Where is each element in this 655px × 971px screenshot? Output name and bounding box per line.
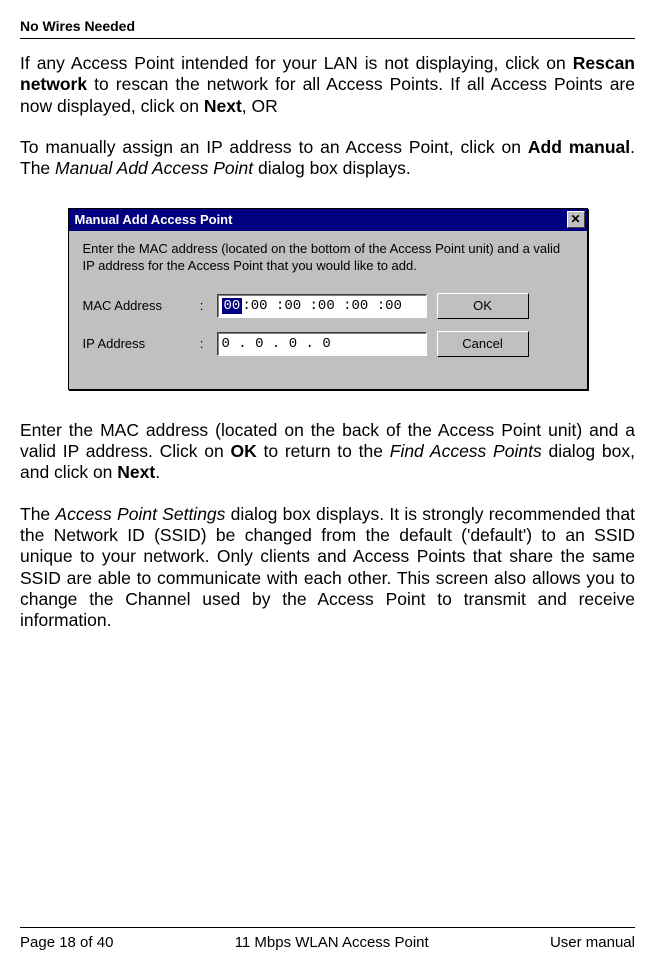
close-icon: ✕ xyxy=(570,212,580,226)
dialog-instruction: Enter the MAC address (located on the bo… xyxy=(83,241,573,275)
mac-label: MAC Address xyxy=(83,298,187,313)
footer-center-b: Access Point xyxy=(342,934,429,951)
header-rule xyxy=(20,38,635,39)
p3-post: . xyxy=(155,462,160,482)
body-text-2: Enter the MAC address (located on the ba… xyxy=(20,420,635,632)
footer-row: Page 18 of 40 11 Mbps WLAN Access Point … xyxy=(20,934,635,951)
colon-2: : xyxy=(197,336,207,351)
dialog-title: Manual Add Access Point xyxy=(75,212,567,227)
ip-row: IP Address : 0 . 0 . 0 . 0 Cancel xyxy=(83,331,573,357)
p4-italic-apsettings: Access Point Settings xyxy=(55,504,225,524)
dialog-titlebar: Manual Add Access Point ✕ xyxy=(69,209,587,231)
p3-bold-next: Next xyxy=(117,462,155,482)
colon-1: : xyxy=(197,298,207,313)
manual-add-dialog: Manual Add Access Point ✕ Enter the MAC … xyxy=(68,208,588,390)
footer-rule xyxy=(20,927,635,928)
p2-post2: dialog box displays. xyxy=(253,158,411,178)
mac-address-input[interactable]: 00 :00 :00 :00 :00 :00 xyxy=(217,294,427,318)
p1-bold-next: Next xyxy=(204,96,242,116)
p1-pre: If any Access Point intended for your LA… xyxy=(20,53,573,73)
ip-address-input[interactable]: 0 . 0 . 0 . 0 xyxy=(217,332,427,356)
ok-button[interactable]: OK xyxy=(437,293,529,319)
p3-bold-ok: OK xyxy=(230,441,256,461)
p2-italic-dialogname: Manual Add Access Point xyxy=(55,158,253,178)
ip-value: 0 . 0 . 0 . 0 xyxy=(222,336,331,352)
paragraph-2: To manually assign an IP address to an A… xyxy=(20,137,635,180)
p2-pre: To manually assign an IP address to an A… xyxy=(20,137,528,157)
p3-italic-findap: Find Access Points xyxy=(390,441,542,461)
body-text: If any Access Point intended for your LA… xyxy=(20,53,635,180)
p2-bold-addmanual: Add manual xyxy=(528,137,630,157)
mac-octet-rest: :00 :00 :00 :00 :00 xyxy=(242,298,402,314)
footer-doc-type: User manual xyxy=(550,934,635,951)
p1-post: , OR xyxy=(242,96,278,116)
footer-page-number: Page 18 of 40 xyxy=(20,934,113,951)
mac-row: MAC Address : 00 :00 :00 :00 :00 :00 OK xyxy=(83,293,573,319)
footer-doc-title: 11 Mbps WLAN Access Point xyxy=(235,934,429,951)
p4-pre: The xyxy=(20,504,55,524)
dialog-figure: Manual Add Access Point ✕ Enter the MAC … xyxy=(68,208,588,390)
p1-mid: to rescan the network for all Access Poi… xyxy=(20,74,635,115)
paragraph-4: The Access Point Settings dialog box dis… xyxy=(20,504,635,632)
header-brand: No Wires Needed xyxy=(20,18,635,34)
footer-center-a: 11 Mbps WLAN xyxy=(235,934,342,951)
cancel-button[interactable]: Cancel xyxy=(437,331,529,357)
paragraph-3: Enter the MAC address (located on the ba… xyxy=(20,420,635,484)
p3-mid: to return to the xyxy=(257,441,390,461)
dialog-body: Enter the MAC address (located on the bo… xyxy=(69,231,587,389)
close-button[interactable]: ✕ xyxy=(567,211,585,228)
page-footer: Page 18 of 40 11 Mbps WLAN Access Point … xyxy=(20,927,635,951)
ip-label: IP Address xyxy=(83,336,187,351)
mac-octet-selected: 00 xyxy=(222,298,243,314)
paragraph-1: If any Access Point intended for your LA… xyxy=(20,53,635,117)
